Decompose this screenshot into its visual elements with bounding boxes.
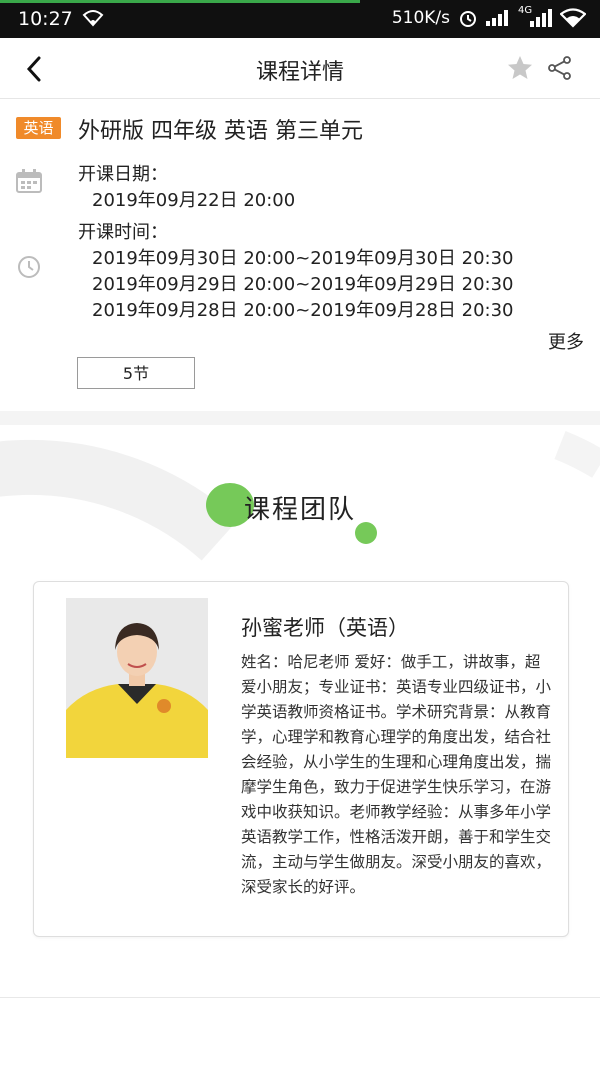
start-date-value: 2019年09月22日 20:00 <box>92 190 296 211</box>
course-team-section: 课程团队 孙蜜老师（英语） 姓名：哈尼老师 爱好：做手工，讲故事，超爱小朋友；专… <box>0 425 600 995</box>
schedule-item: 2019年09月30日 20:00~2019年09月30日 20:30 <box>92 248 514 269</box>
alarm-icon <box>458 8 478 28</box>
status-indicators: 510K/s 4G <box>391 5 586 28</box>
status-bar: 10:27 510K/s 4G <box>0 0 600 38</box>
schedule-item: 2019年09月28日 20:00~2019年09月28日 20:30 <box>92 300 514 321</box>
section-divider <box>0 411 600 425</box>
page-load-progress <box>0 0 360 3</box>
teacher-bio: 姓名：哈尼老师 爱好：做手工，讲故事，超爱小朋友；专业证书：英语专业四级证书，小… <box>241 653 552 896</box>
subject-badge: 英语 <box>16 117 61 139</box>
wifi-icon <box>82 9 104 31</box>
wifi-icon <box>560 8 586 28</box>
team-title: 课程团队 <box>243 495 356 525</box>
star-icon <box>508 56 532 79</box>
course-info-section: 英语 外研版 四年级 英语 第三单元 开课日期： 2019年09月22日 20:… <box>0 99 600 411</box>
more-schedule-link[interactable]: 更多 <box>548 328 584 354</box>
course-title: 外研版 四年级 英语 第三单元 <box>78 119 363 144</box>
clock-icon <box>17 255 41 283</box>
schedule-item: 2019年09月29日 20:00~2019年09月29日 20:30 <box>92 274 514 295</box>
signal-icon <box>486 10 510 26</box>
start-date-label: 开课日期： <box>78 164 168 185</box>
teacher-avatar <box>66 598 208 758</box>
top-nav-bar: 课程详情 <box>0 38 600 99</box>
status-time: 10:27 <box>18 8 73 30</box>
lessons-count-button[interactable]: 5节 <box>77 357 195 389</box>
teacher-name: 孙蜜老师（英语） <box>241 616 409 640</box>
time-label: 开课时间： <box>78 222 168 243</box>
calendar-icon <box>16 169 42 197</box>
favorite-button[interactable] <box>506 54 534 82</box>
share-icon <box>548 56 571 80</box>
signal-4g-icon: 4G <box>518 5 552 27</box>
teacher-card: 孙蜜老师（英语） 姓名：哈尼老师 爱好：做手工，讲故事，超爱小朋友；专业证书：英… <box>33 581 569 937</box>
bottom-divider <box>0 997 600 998</box>
network-speed: 510K/s <box>391 8 450 28</box>
share-button[interactable] <box>546 54 574 82</box>
